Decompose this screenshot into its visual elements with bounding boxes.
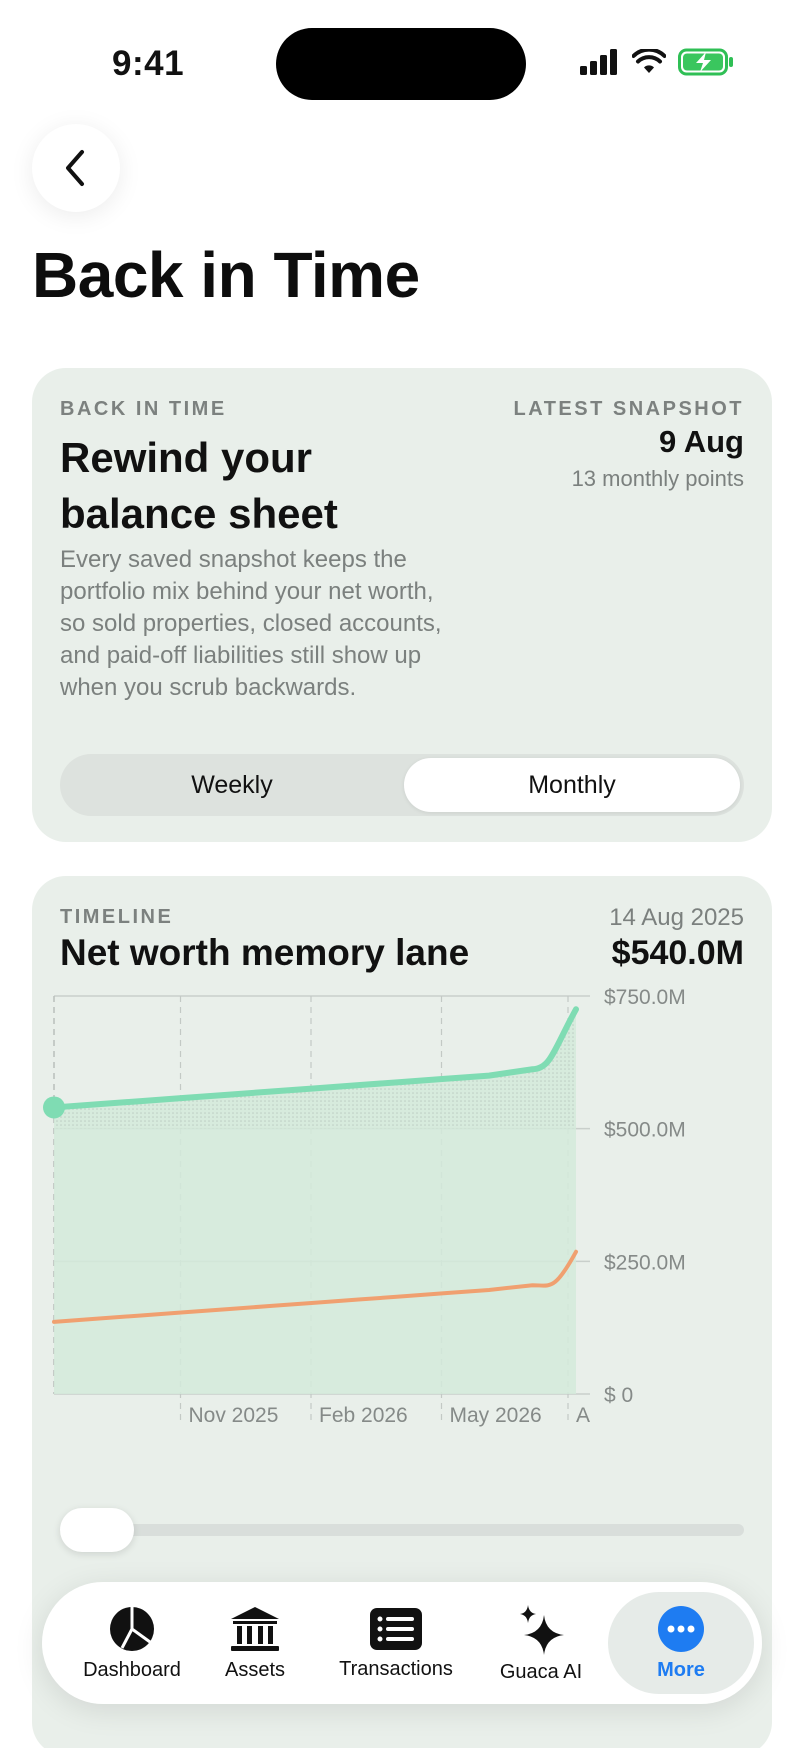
tab-assets[interactable]: Assets <box>202 1582 308 1704</box>
snapshot-date: 9 Aug <box>659 424 744 459</box>
status-icons <box>580 48 734 76</box>
tab-label: Dashboard <box>83 1658 181 1681</box>
x-tick-label: Nov 2025 <box>189 1404 279 1427</box>
status-bar: 9:41 <box>0 0 804 110</box>
tab-label: Assets <box>224 1658 286 1681</box>
interval-segmented-control: Weekly Monthly <box>60 754 744 816</box>
x-tick-label: May 2026 <box>450 1404 542 1427</box>
segment-monthly[interactable]: Monthly <box>404 758 740 812</box>
more-icon <box>658 1605 704 1652</box>
y-tick-label: $250.0M <box>604 1251 686 1274</box>
wifi-icon <box>632 49 666 73</box>
net-worth-band <box>54 1009 576 1129</box>
chevron-left-icon <box>66 150 84 186</box>
tab-bar: Dashboard Assets Transactions Guaca AI M… <box>42 1582 762 1704</box>
x-tick-label: A <box>576 1404 590 1427</box>
selected-point <box>43 1096 65 1119</box>
net-worth-chart[interactable]: $750.0M $500.0M $250.0M $ 0 Nov 2025 Feb 2026… <box>32 876 772 1496</box>
y-tick-label: $ 0 <box>604 1384 633 1407</box>
net-worth-area <box>54 1009 576 1394</box>
status-time: 9:41 <box>112 44 185 83</box>
intro-heading: Rewind your balance sheet <box>60 434 338 537</box>
pie-chart-icon <box>110 1606 154 1651</box>
tab-guaca-ai[interactable]: Guaca AI <box>486 1582 596 1704</box>
page-title: Back in Time <box>32 239 420 311</box>
segment-weekly[interactable]: Weekly <box>64 758 400 812</box>
y-tick-label: $500.0M <box>604 1119 686 1142</box>
intro-eyebrow: BACK IN TIME <box>60 398 227 420</box>
battery-charging-icon <box>678 48 733 76</box>
intro-body: Every saved snapshot keeps the portfolio… <box>60 546 442 701</box>
sparkles-icon <box>520 1604 564 1655</box>
intro-card: BACK IN TIME Rewind your balance sheet E… <box>32 368 772 842</box>
list-icon <box>370 1607 422 1650</box>
back-button[interactable] <box>32 124 120 212</box>
timeline-scrubber-thumb[interactable] <box>60 1508 134 1552</box>
cellular-signal-icon <box>580 49 617 75</box>
tab-label: More <box>657 1658 705 1681</box>
tab-label: Transactions <box>339 1657 453 1680</box>
tab-more[interactable]: More <box>608 1592 754 1694</box>
x-tick-label: Feb 2026 <box>319 1404 408 1427</box>
tab-transactions[interactable]: Transactions <box>322 1582 470 1704</box>
snapshot-points: 13 monthly points <box>571 466 744 491</box>
tab-label: Guaca AI <box>499 1660 583 1683</box>
dynamic-island <box>276 28 526 100</box>
tab-dashboard[interactable]: Dashboard <box>64 1582 200 1704</box>
y-tick-label: $750.0M <box>604 986 686 1009</box>
snapshot-eyebrow: LATEST SNAPSHOT <box>513 398 744 420</box>
timeline-scrubber-track[interactable] <box>60 1524 744 1536</box>
bank-icon <box>231 1606 279 1651</box>
